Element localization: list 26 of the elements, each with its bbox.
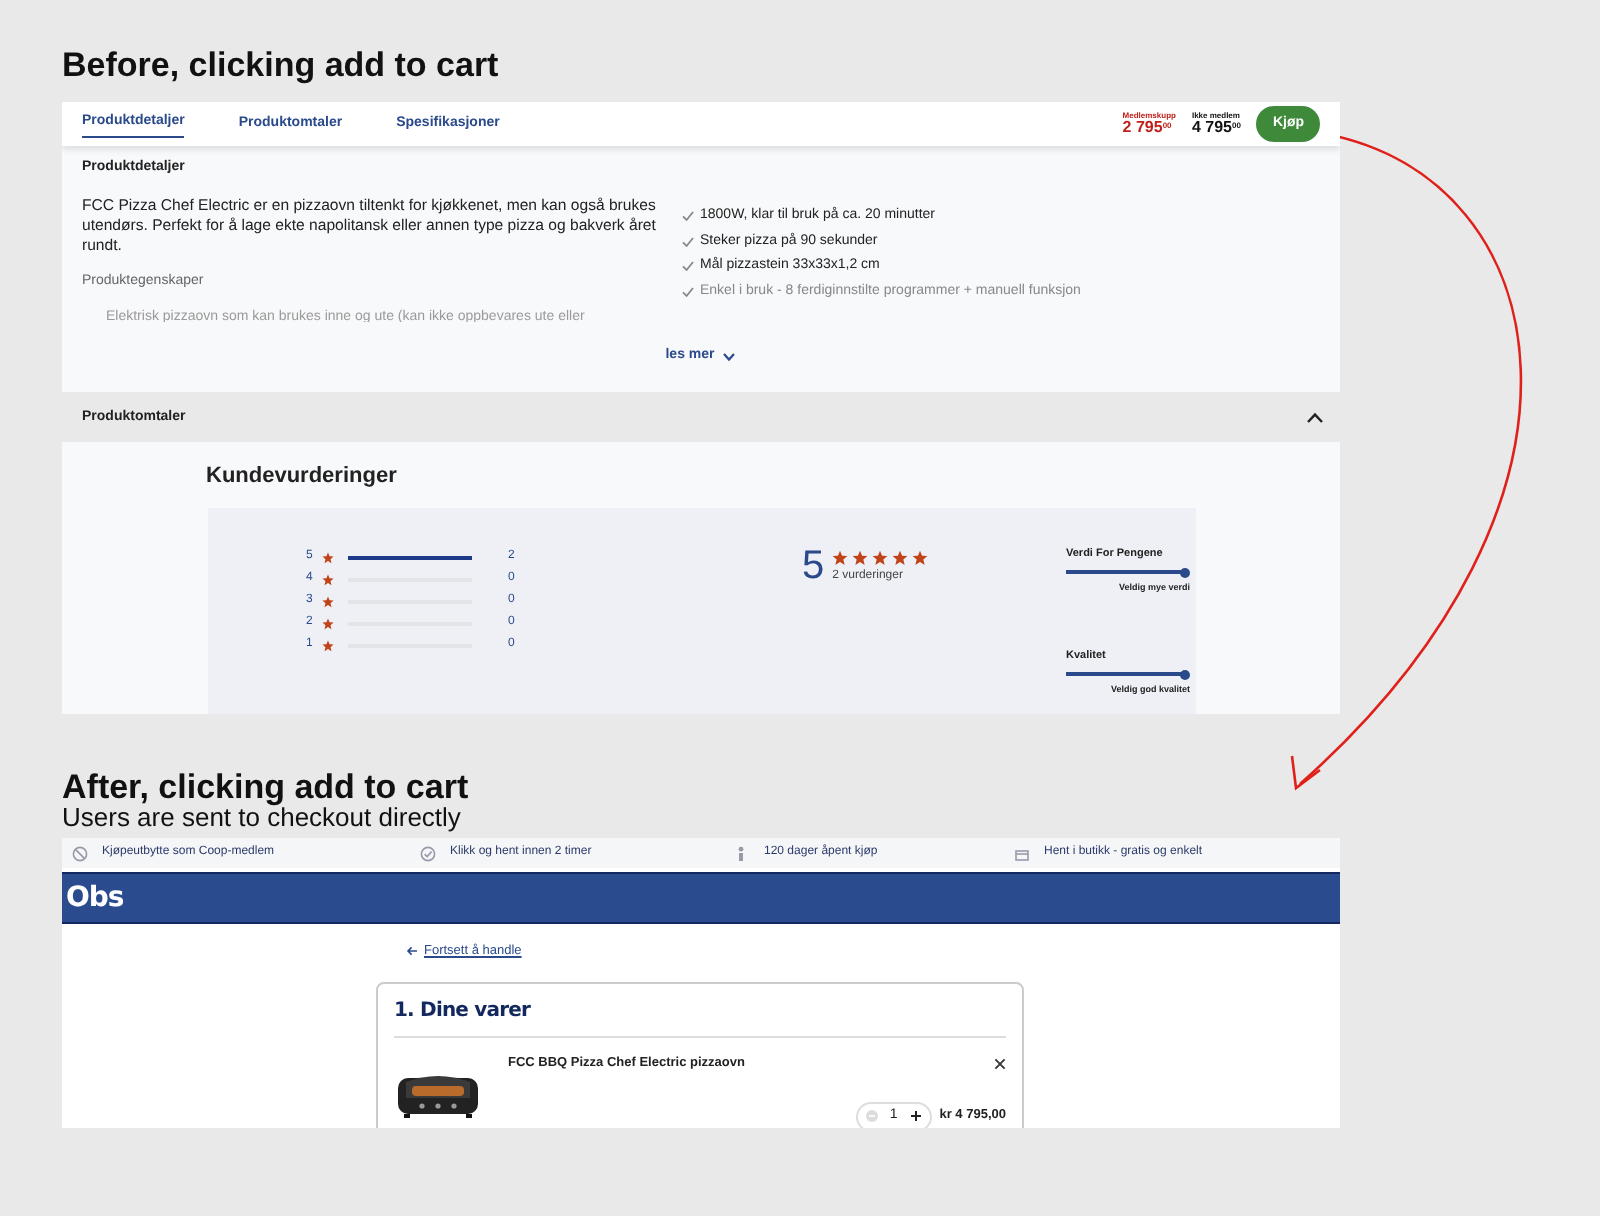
minus-icon [865,1110,878,1123]
logo[interactable]: Obs [66,877,124,920]
store-icon [1014,845,1030,862]
star-icon [322,617,334,629]
plus-icon [909,1110,922,1123]
star-icon [322,551,334,563]
page-heading: Before, clicking add to cart [62,44,501,82]
star-icon [322,639,334,651]
page-heading: After, clicking add to cart [62,770,471,804]
star-icon [852,550,869,566]
chevron-down-icon [722,351,737,361]
star-icon [322,573,334,585]
star-icon [912,550,929,566]
section-heading: Kundevurderinger [206,466,399,488]
check-circle-icon [420,845,436,862]
card-title: 1. Dine varer [394,996,1006,1039]
star-icon [872,550,889,566]
arrow-left-icon [406,946,418,957]
page-subtitle: Users are sent to checkout directly [62,804,463,833]
average-rating: 5 [802,546,825,592]
star-icon [322,595,334,607]
increase-button[interactable] [909,1110,922,1123]
close-icon [994,1058,1006,1071]
remove-button[interactable] [994,1054,1006,1075]
star-icon [832,550,849,566]
star-icon [892,550,909,566]
